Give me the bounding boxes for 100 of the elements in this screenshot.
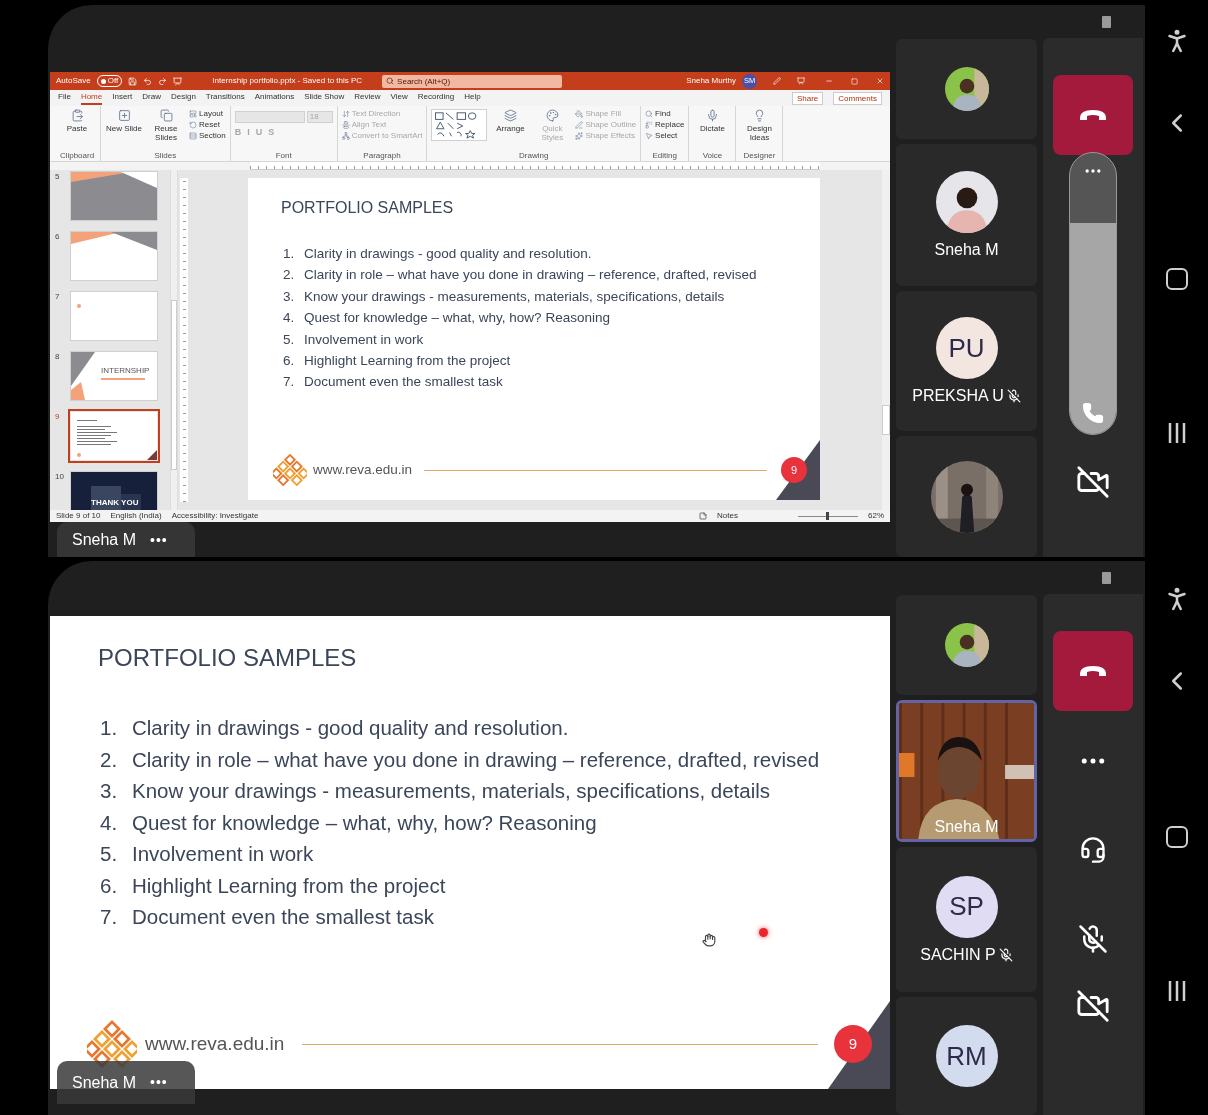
participant-tile[interactable]: [896, 595, 1037, 695]
home-button[interactable]: [1165, 268, 1188, 290]
video-off-icon[interactable]: [1076, 465, 1110, 499]
list-number: 3.: [100, 778, 119, 804]
ribbon-button[interactable]: Design Ideas: [740, 109, 779, 142]
ribbon-tab[interactable]: Help: [464, 91, 481, 105]
more-options-button[interactable]: •••: [150, 1072, 168, 1093]
status-icon: [1102, 571, 1111, 584]
slide-thumbnail[interactable]: [71, 232, 157, 280]
page-number-badge: 9: [834, 1025, 872, 1063]
zoom-slider-thumb[interactable]: [826, 512, 830, 520]
align-text-icon: [341, 121, 350, 129]
hang-up-button[interactable]: [1053, 75, 1133, 155]
volume-slider[interactable]: [1069, 152, 1117, 435]
list-item: Quest for knowledge – what, why, how? Reasoning: [132, 809, 597, 836]
participant-name: SACHIN P: [920, 945, 996, 964]
list-item: Clarity in role – what have you done in drawing – reference, drafted, revised: [132, 746, 820, 773]
ribbon-tab[interactable]: Recording: [417, 91, 455, 105]
maximize-icon[interactable]: [851, 77, 858, 85]
smartart-icon: [341, 132, 350, 140]
text-direction-icon: [341, 110, 350, 118]
save-icon[interactable]: [128, 76, 138, 86]
list-item: Know your drawings - measurements, materials, specifications, details: [132, 778, 771, 804]
shapes-gallery-icon[interactable]: [431, 109, 488, 141]
participant-tile[interactable]: SP SACHIN P: [896, 847, 1037, 992]
new-slide-icon: [117, 109, 131, 122]
mic-off-icon: [1006, 389, 1021, 403]
ribbon-tab[interactable]: Draw: [142, 91, 161, 105]
close-icon[interactable]: [876, 77, 884, 85]
share-button[interactable]: Share: [791, 91, 824, 105]
list-item: Clarity in drawings - good quality and resolution.: [304, 245, 592, 263]
list-number: 6.: [283, 352, 296, 371]
list-item: Quest for knowledge – what, why, how? Reasoning: [304, 309, 610, 328]
presenter-name: Sneha M: [72, 1072, 137, 1093]
notes-icon: [699, 512, 708, 520]
ribbon-button[interactable]: Dictate: [693, 109, 732, 133]
avatar: SP: [935, 875, 998, 938]
ribbon-button[interactable]: Section: [189, 131, 226, 141]
ribbon-button[interactable]: Paste: [58, 109, 96, 133]
ribbon-tab[interactable]: Transitions: [205, 91, 245, 105]
ribbon-button[interactable]: Arrange: [491, 109, 530, 133]
undo-icon[interactable]: [143, 76, 153, 86]
font-name-field[interactable]: [234, 111, 305, 123]
notes-button[interactable]: Notes: [717, 511, 738, 521]
list-number: 5.: [100, 841, 119, 867]
slide-thumbnail[interactable]: [71, 172, 157, 220]
ribbon-button[interactable]: Reuse Slides: [147, 109, 185, 142]
replace-icon: [645, 121, 654, 129]
ribbon-button[interactable]: Replace: [645, 120, 685, 130]
ribbon-button[interactable]: New Slide: [105, 109, 143, 133]
ribbon-tab[interactable]: View: [390, 91, 408, 105]
ribbon-button[interactable]: Find: [645, 109, 685, 119]
participant-tile[interactable]: [896, 436, 1037, 557]
video-off-icon[interactable]: [1076, 989, 1110, 1023]
search-field[interactable]: Search (Alt+Q): [382, 74, 563, 88]
headset-icon[interactable]: [1079, 836, 1107, 864]
list-item: Highlight Learning from the project: [304, 352, 511, 371]
participant-tile[interactable]: PU PREKSHA U: [896, 291, 1037, 431]
redo-icon[interactable]: [158, 76, 168, 86]
logo-icon: [273, 453, 307, 487]
more-options-button[interactable]: •••: [150, 529, 168, 551]
slide-thumbnail[interactable]: THANK YOU: [71, 472, 157, 510]
list-item: Document even the smallest task: [304, 373, 503, 392]
ribbon-button[interactable]: Reset: [189, 120, 226, 130]
group-label: Font: [274, 151, 293, 161]
language-label: English (India): [110, 511, 162, 521]
slide-thumbnail[interactable]: INTERNSHIP: [71, 352, 157, 400]
list-number: 5.: [283, 330, 296, 349]
ribbon-button[interactable]: Select: [645, 131, 685, 141]
participant-tile[interactable]: [896, 39, 1037, 139]
ribbon-tab[interactable]: Slide Show: [304, 91, 345, 105]
list-number: 2.: [283, 266, 296, 285]
list-number: 7.: [100, 904, 119, 930]
ribbon-button[interactable]: Layout: [189, 109, 226, 119]
group-label: Editing: [651, 151, 678, 161]
home-button[interactable]: [1165, 826, 1188, 848]
page-number-badge: 9: [781, 457, 807, 483]
ribbon-tab[interactable]: File: [58, 91, 71, 105]
list-number: 4.: [100, 809, 119, 836]
ribbon-tab[interactable]: Design: [170, 91, 196, 105]
slide-title: PORTFOLIO SAMPLES: [280, 198, 455, 217]
mic-off-icon[interactable]: [1078, 924, 1108, 954]
shape-outline-icon: [575, 121, 584, 129]
group-label: Designer: [742, 151, 777, 161]
thumbnail-number: 10: [55, 472, 65, 481]
ribbon-tab[interactable]: Animations: [254, 91, 295, 105]
hang-up-button[interactable]: [1053, 631, 1133, 711]
ribbon-tab[interactable]: Review: [354, 91, 381, 105]
thumbnail-number: 5: [55, 172, 61, 181]
present-icon[interactable]: [173, 76, 183, 86]
slide-thumbnail[interactable]: [71, 412, 157, 460]
ribbon-tab[interactable]: Insert: [112, 91, 133, 105]
reuse-slides-icon: [159, 109, 173, 122]
list-item: Involvement in work: [304, 330, 424, 349]
pointer-icon: [645, 132, 654, 140]
slide-thumbnail[interactable]: [71, 292, 157, 340]
participant-tile[interactable]: Sneha M: [896, 144, 1037, 286]
hand-cursor-icon: [702, 933, 716, 947]
participant-tile[interactable]: RM: [896, 997, 1037, 1115]
comments-button[interactable]: Comments: [833, 91, 882, 105]
